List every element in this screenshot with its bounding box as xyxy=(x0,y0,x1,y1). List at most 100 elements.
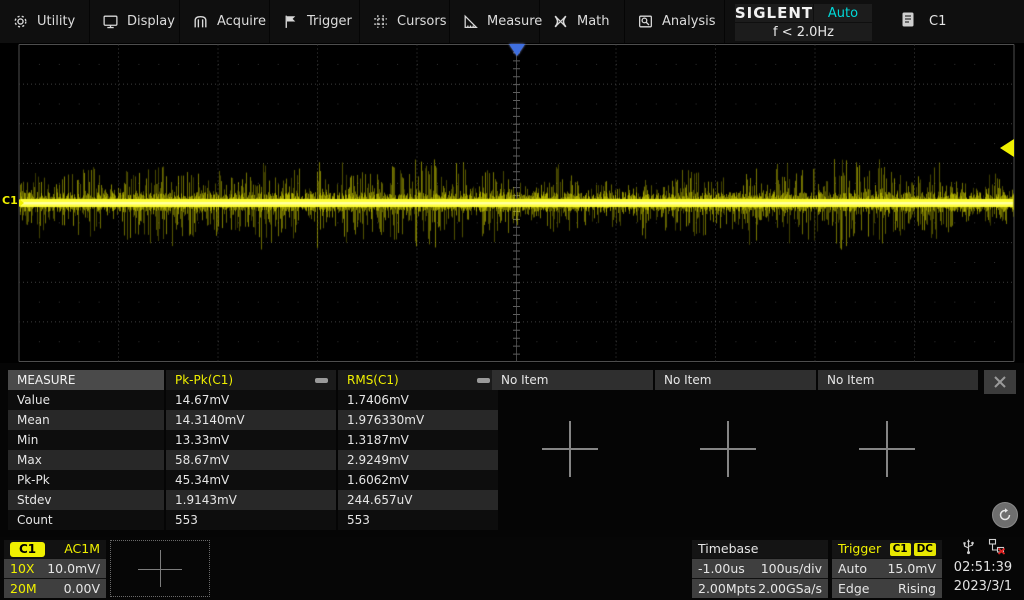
measure-column-empty-2[interactable]: No Item xyxy=(655,370,816,390)
close-icon xyxy=(993,375,1007,389)
trigger-slope: Rising xyxy=(898,579,936,598)
trigger-type: Edge xyxy=(838,579,869,598)
row-value-rms: 2.9249mV xyxy=(338,450,498,470)
row-value-pkpk: 553 xyxy=(166,510,336,530)
row-value-pkpk: 14.67mV xyxy=(166,390,336,410)
document-icon xyxy=(901,11,915,32)
add-measure-slot-3-button[interactable] xyxy=(856,418,918,480)
timebase-memory: 2.00Mpts xyxy=(698,579,756,598)
system-time: 02:51:39 xyxy=(954,558,1012,577)
message-indicator[interactable]: C1 xyxy=(893,0,954,43)
channel-offset-marker[interactable]: C1 xyxy=(2,194,24,207)
remove-measure-pkpk-button[interactable] xyxy=(315,378,328,383)
menu-display-label: Display xyxy=(127,14,175,29)
close-measure-button[interactable] xyxy=(984,370,1016,394)
trigger-descriptor[interactable]: Trigger C1 DC Auto 15.0mV Edge Rising xyxy=(832,540,942,597)
add-measure-slot-2-button[interactable] xyxy=(697,418,759,480)
menu-trigger-label: Trigger xyxy=(307,14,352,29)
measure-row-min: Min 13.33mV 1.3187mV xyxy=(8,430,498,450)
trigger-title: Trigger xyxy=(838,540,881,558)
row-value-rms: 1.3187mV xyxy=(338,430,498,450)
row-label: Pk-Pk xyxy=(8,470,164,490)
measure-column-rms[interactable]: RMS(C1) xyxy=(338,370,498,390)
analysis-icon xyxy=(637,13,654,30)
timebase-samplerate: 2.00GSa/s xyxy=(758,579,822,598)
trigger-source-badge: C1 xyxy=(890,543,911,556)
row-value-pkpk: 1.9143mV xyxy=(166,490,336,510)
timebase-descriptor[interactable]: Timebase -1.00us 100us/div 2.00Mpts 2.00… xyxy=(692,540,828,597)
menu-utility-label: Utility xyxy=(37,14,75,29)
measure-row-count: Count 553 553 xyxy=(8,510,498,530)
brand-logo: SIGLENT xyxy=(735,4,813,22)
menu-math[interactable]: Math xyxy=(540,0,625,43)
channel-bandwidth: 20M xyxy=(10,579,37,598)
measure-column-pkpk[interactable]: Pk-Pk(C1) xyxy=(166,370,336,390)
menu-acquire-label: Acquire xyxy=(217,14,266,29)
message-channel-label: C1 xyxy=(929,14,946,29)
row-value-rms: 553 xyxy=(338,510,498,530)
row-label: Mean xyxy=(8,410,164,430)
status-bar: C1 AC1M 10X 10.0mV/ 20M 0.00V Timebase -… xyxy=(0,537,1024,600)
measure-row-stdev: Stdev 1.9143mV 244.657uV xyxy=(8,490,498,510)
measure-header-row: MEASURE Pk-Pk(C1) RMS(C1) No Item No Ite… xyxy=(8,370,1016,390)
refresh-icon xyxy=(997,507,1013,523)
row-value-pkpk: 45.34mV xyxy=(166,470,336,490)
math-icon xyxy=(552,13,569,30)
menu-bar: Utility Display Acquire Trigger xyxy=(0,0,1024,43)
timebase-delay: -1.00us xyxy=(698,559,745,578)
timebase-title: Timebase xyxy=(698,540,758,558)
add-measure-slot-1-button[interactable] xyxy=(539,418,601,480)
row-value-pkpk: 14.3140mV xyxy=(166,410,336,430)
channel-descriptor-c1[interactable]: C1 AC1M 10X 10.0mV/ 20M 0.00V xyxy=(4,540,106,597)
measure-row-pkpk: Pk-Pk 45.34mV 1.6062mV xyxy=(8,470,498,490)
measure-panel: MEASURE Pk-Pk(C1) RMS(C1) No Item No Ite… xyxy=(0,363,1024,537)
menu-cursors-label: Cursors xyxy=(397,14,447,29)
channel-coupling: AC1M xyxy=(64,540,100,558)
trigger-level-marker[interactable] xyxy=(1000,139,1014,157)
menu-measure-label: Measure xyxy=(487,14,542,29)
trigger-position-marker[interactable] xyxy=(509,44,525,56)
menu-math-label: Math xyxy=(577,14,610,29)
menu-measure[interactable]: Measure xyxy=(450,0,540,43)
menu-acquire[interactable]: Acquire xyxy=(180,0,270,43)
menu-cursors[interactable]: Cursors xyxy=(360,0,450,43)
row-value-pkpk: 58.67mV xyxy=(166,450,336,470)
trigger-level: 15.0mV xyxy=(887,559,936,578)
acquisition-status: Auto xyxy=(814,4,872,22)
gear-icon xyxy=(12,13,29,30)
measure-column-empty-3[interactable]: No Item xyxy=(818,370,978,390)
row-label: Max xyxy=(8,450,164,470)
system-status-area: 02:51:39 2023/3/1 xyxy=(946,539,1020,597)
add-channel-button[interactable] xyxy=(110,540,210,597)
channel-attenuation: 10X xyxy=(10,559,34,578)
reset-statistics-button[interactable] xyxy=(992,502,1018,528)
remove-measure-rms-button[interactable] xyxy=(477,378,490,383)
waveform-trace[interactable] xyxy=(0,43,1024,363)
row-value-rms: 1.7406mV xyxy=(338,390,498,410)
channel-offset-arrow-icon xyxy=(19,199,24,207)
usb-icon xyxy=(961,538,976,559)
cursors-icon xyxy=(372,13,389,30)
channel-offset-label: C1 xyxy=(2,194,18,207)
row-value-pkpk: 13.33mV xyxy=(166,430,336,450)
flag-icon xyxy=(282,13,299,30)
trigger-coupling-badge: DC xyxy=(914,543,936,556)
trigger-mode: Auto xyxy=(838,559,867,578)
row-label: Value xyxy=(8,390,164,410)
channel-badge: C1 xyxy=(10,542,45,557)
channel-scale: 10.0mV/ xyxy=(47,559,100,578)
menu-analysis-label: Analysis xyxy=(662,14,716,29)
menu-trigger[interactable]: Trigger xyxy=(270,0,360,43)
menu-utility[interactable]: Utility xyxy=(0,0,90,43)
measure-row-value: Value 14.67mV 1.7406mV xyxy=(8,390,498,410)
row-value-rms: 1.6062mV xyxy=(338,470,498,490)
menu-display[interactable]: Display xyxy=(90,0,180,43)
row-label: Min xyxy=(8,430,164,450)
frequency-counter: f < 2.0Hz xyxy=(735,23,872,41)
row-label: Stdev xyxy=(8,490,164,510)
measure-column-empty-1[interactable]: No Item xyxy=(492,370,653,390)
menu-analysis[interactable]: Analysis xyxy=(625,0,725,43)
status-block: SIGLENT Auto f < 2.0Hz xyxy=(735,4,871,40)
measure-icon xyxy=(462,13,479,30)
measure-row-mean: Mean 14.3140mV 1.976330mV xyxy=(8,410,498,430)
